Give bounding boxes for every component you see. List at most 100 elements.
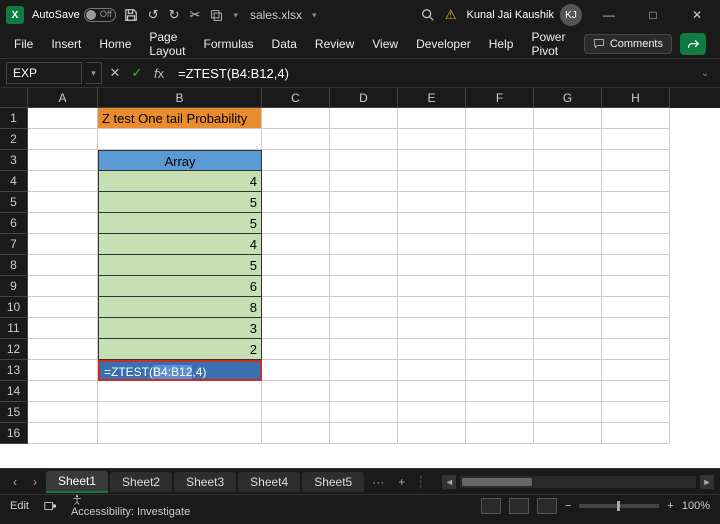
user-account[interactable]: Kunal Jai Kaushik KJ [467, 4, 582, 26]
cell-H12[interactable] [602, 339, 670, 360]
tab-developer[interactable]: Developer [416, 37, 471, 51]
cell-H3[interactable] [602, 150, 670, 171]
sheet-tab-1[interactable]: Sheet1 [46, 471, 108, 493]
cell-B6[interactable]: 5 [98, 213, 262, 234]
cell-F3[interactable] [466, 150, 534, 171]
tab-home[interactable]: Home [99, 37, 131, 51]
cell-D1[interactable] [330, 108, 398, 129]
cell-G4[interactable] [534, 171, 602, 192]
cell-G7[interactable] [534, 234, 602, 255]
accessibility-status[interactable]: Accessibility: Investigate [71, 494, 190, 518]
row-header-5[interactable]: 5 [0, 192, 28, 213]
name-box-dropdown[interactable]: ▾ [86, 62, 102, 84]
cell-E6[interactable] [398, 213, 466, 234]
cell-D16[interactable] [330, 423, 398, 444]
sheet-more-icon[interactable]: ··· [366, 475, 390, 489]
cell-C1[interactable] [262, 108, 330, 129]
cell-C8[interactable] [262, 255, 330, 276]
cell-A14[interactable] [28, 381, 98, 402]
sheet-tab-2[interactable]: Sheet2 [110, 472, 172, 492]
cell-F2[interactable] [466, 129, 534, 150]
cell-A15[interactable] [28, 402, 98, 423]
cell-F13[interactable] [466, 360, 534, 381]
cell-B7[interactable]: 4 [98, 234, 262, 255]
page-break-view-icon[interactable] [537, 498, 557, 514]
col-header-C[interactable]: C [262, 88, 330, 108]
col-header-G[interactable]: G [534, 88, 602, 108]
tab-help[interactable]: Help [489, 37, 514, 51]
cell-C11[interactable] [262, 318, 330, 339]
cell-B12[interactable]: 2 [98, 339, 262, 360]
cell-E16[interactable] [398, 423, 466, 444]
row-header-12[interactable]: 12 [0, 339, 28, 360]
cell-D12[interactable] [330, 339, 398, 360]
warning-icon[interactable]: ⚠ [445, 7, 457, 23]
sheet-tab-3[interactable]: Sheet3 [174, 472, 236, 492]
tab-formulas[interactable]: Formulas [204, 37, 254, 51]
cell-F16[interactable] [466, 423, 534, 444]
cell-E7[interactable] [398, 234, 466, 255]
cell-F14[interactable] [466, 381, 534, 402]
row-header-11[interactable]: 11 [0, 318, 28, 339]
cell-B4[interactable]: 4 [98, 171, 262, 192]
row-header-2[interactable]: 2 [0, 129, 28, 150]
col-header-F[interactable]: F [466, 88, 534, 108]
cell-D13[interactable] [330, 360, 398, 381]
col-header-H[interactable]: H [602, 88, 670, 108]
sheet-tab-4[interactable]: Sheet4 [238, 472, 300, 492]
cell-G3[interactable] [534, 150, 602, 171]
cell-H4[interactable] [602, 171, 670, 192]
cell-E12[interactable] [398, 339, 466, 360]
cell-A4[interactable] [28, 171, 98, 192]
cell-D9[interactable] [330, 276, 398, 297]
cell-E11[interactable] [398, 318, 466, 339]
toggle-switch[interactable]: Off [84, 8, 116, 22]
enter-formula-icon[interactable]: ✓ [128, 65, 146, 81]
cell-C12[interactable] [262, 339, 330, 360]
zoom-level[interactable]: 100% [682, 500, 710, 512]
cells-area[interactable]: Z test One tail ProbabilityArray45545683… [28, 108, 720, 468]
cell-D11[interactable] [330, 318, 398, 339]
cell-B13[interactable]: =ZTEST(B4:B12,4) [98, 360, 262, 381]
cell-A9[interactable] [28, 276, 98, 297]
row-header-8[interactable]: 8 [0, 255, 28, 276]
cell-G8[interactable] [534, 255, 602, 276]
copy-icon[interactable] [210, 9, 223, 22]
row-header-14[interactable]: 14 [0, 381, 28, 402]
zoom-slider[interactable] [579, 504, 659, 508]
cell-G13[interactable] [534, 360, 602, 381]
sheet-tab-5[interactable]: Sheet5 [302, 472, 364, 492]
cell-D6[interactable] [330, 213, 398, 234]
cell-F1[interactable] [466, 108, 534, 129]
filename[interactable]: sales.xlsx [250, 8, 302, 22]
cell-E13[interactable] [398, 360, 466, 381]
cell-C2[interactable] [262, 129, 330, 150]
tab-file[interactable]: File [14, 37, 33, 51]
close-button[interactable]: ✕ [680, 3, 714, 27]
cell-H8[interactable] [602, 255, 670, 276]
cell-E14[interactable] [398, 381, 466, 402]
cell-D15[interactable] [330, 402, 398, 423]
cell-E9[interactable] [398, 276, 466, 297]
cell-G1[interactable] [534, 108, 602, 129]
col-header-B[interactable]: B [98, 88, 262, 108]
new-sheet-icon[interactable]: + [392, 475, 411, 489]
cell-G15[interactable] [534, 402, 602, 423]
cell-G2[interactable] [534, 129, 602, 150]
cell-F6[interactable] [466, 213, 534, 234]
row-header-13[interactable]: 13 [0, 360, 28, 381]
cell-B11[interactable]: 3 [98, 318, 262, 339]
select-all-corner[interactable] [0, 88, 28, 108]
cell-B8[interactable]: 5 [98, 255, 262, 276]
zoom-out-icon[interactable]: − [565, 500, 571, 512]
cell-G6[interactable] [534, 213, 602, 234]
cell-E3[interactable] [398, 150, 466, 171]
cell-C6[interactable] [262, 213, 330, 234]
cell-C9[interactable] [262, 276, 330, 297]
cell-C14[interactable] [262, 381, 330, 402]
cell-C16[interactable] [262, 423, 330, 444]
filename-dropdown-icon[interactable]: ▾ [312, 10, 317, 21]
expand-formula-bar-icon[interactable]: ⌄ [696, 68, 714, 79]
cell-B2[interactable] [98, 129, 262, 150]
cell-A11[interactable] [28, 318, 98, 339]
